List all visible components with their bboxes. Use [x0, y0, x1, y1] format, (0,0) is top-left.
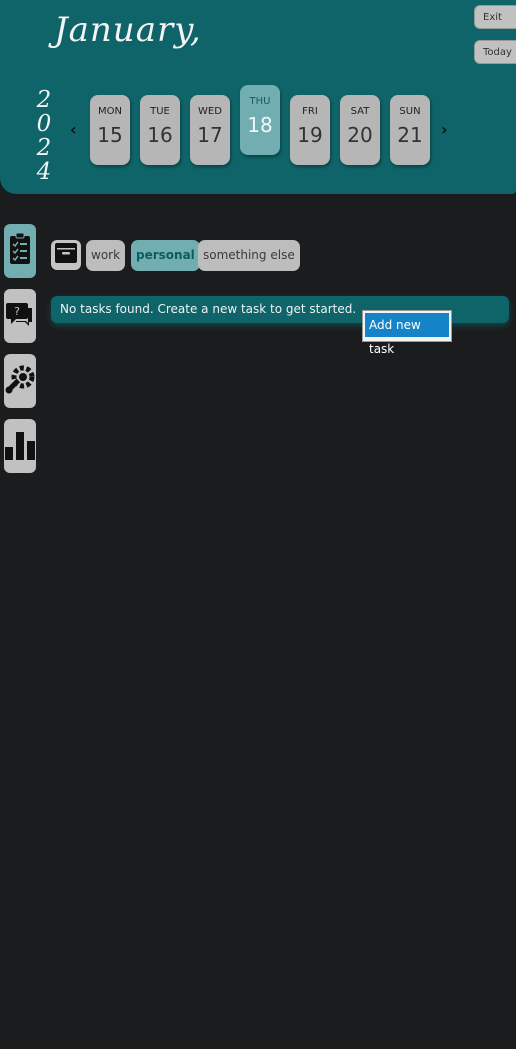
tag-work[interactable]: work	[86, 240, 126, 271]
day-card-tue[interactable]: TUE 16	[140, 95, 180, 165]
clipboard-checklist-icon	[8, 232, 32, 270]
chat-question-icon: ?	[6, 299, 34, 333]
calendar-header: January, Exit Today 2 0 2 4 ‹ › MON 15 T…	[0, 0, 516, 194]
day-card-mon[interactable]: MON 15	[90, 95, 130, 165]
year-label: 2 0 2 4	[34, 88, 54, 184]
day-number: 16	[147, 123, 173, 147]
day-name: FRI	[302, 106, 318, 117]
exit-button[interactable]: Exit	[474, 5, 516, 29]
day-card-sat[interactable]: SAT 20	[340, 95, 380, 165]
year-digit: 2	[36, 135, 52, 161]
year-digit: 0	[36, 111, 52, 137]
day-name: WED	[198, 106, 222, 117]
month-title: January,	[54, 10, 202, 50]
day-number: 21	[397, 123, 423, 147]
day-name: MON	[98, 106, 122, 117]
day-number: 17	[197, 123, 223, 147]
sidebar-item-stats[interactable]	[4, 419, 36, 473]
year-digit: 2	[36, 87, 52, 113]
context-menu: Add new task	[362, 310, 452, 356]
day-name: SAT	[350, 106, 370, 117]
chevron-right-icon[interactable]: ›	[441, 120, 448, 139]
day-card-sun[interactable]: SUN 21	[390, 95, 430, 165]
sidebar-item-help[interactable]: ?	[4, 289, 36, 343]
chevron-left-icon[interactable]: ‹	[70, 120, 77, 139]
day-number: 18	[247, 113, 273, 137]
today-button[interactable]: Today	[474, 40, 516, 64]
tag-something-else[interactable]: something else	[198, 240, 300, 271]
day-number: 20	[347, 123, 373, 147]
empty-tasks-message: No tasks found. Create a new task to get…	[60, 302, 357, 316]
day-number: 15	[97, 123, 123, 147]
svg-text:?: ?	[14, 305, 20, 318]
day-card-wed[interactable]: WED 17	[190, 95, 230, 165]
sidebar-item-tasks[interactable]	[4, 224, 36, 278]
archive-box-icon	[55, 243, 77, 267]
archive-button[interactable]	[51, 240, 81, 270]
day-name: SUN	[399, 106, 421, 117]
day-name: TUE	[150, 106, 170, 117]
add-new-task-menu-item[interactable]: Add new task	[365, 313, 449, 356]
day-number: 19	[297, 123, 323, 147]
bar-chart-icon	[5, 428, 35, 464]
tag-personal[interactable]: personal	[131, 240, 200, 271]
wrench-gear-icon	[5, 363, 35, 399]
day-card-fri[interactable]: FRI 19	[290, 95, 330, 165]
day-card-thu-selected[interactable]: THU 18	[240, 85, 280, 155]
day-name: THU	[249, 96, 271, 107]
sidebar-item-settings[interactable]	[4, 354, 36, 408]
year-digit: 4	[36, 159, 52, 185]
